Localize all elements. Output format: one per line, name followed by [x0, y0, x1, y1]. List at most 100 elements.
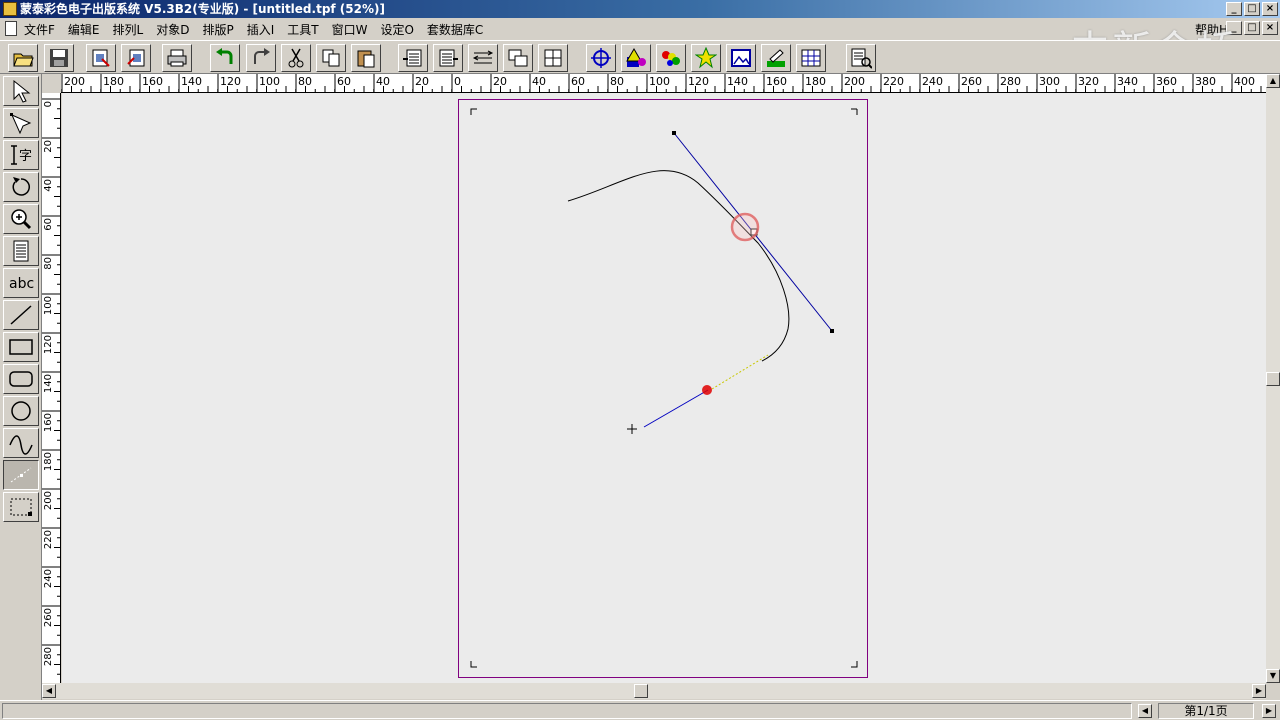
menu-insert[interactable]: 插入I — [247, 21, 275, 38]
ellipse-tool-icon[interactable] — [3, 396, 39, 426]
prev-page-button[interactable]: ◀ — [1138, 704, 1152, 718]
ruler-label: 0 — [454, 75, 461, 88]
scroll-down-button[interactable]: ▼ — [1266, 669, 1280, 683]
click-dot — [702, 385, 712, 395]
paste-icon[interactable] — [351, 44, 381, 72]
ruler-label: 320 — [1078, 75, 1099, 88]
ruler-label: 80 — [610, 75, 624, 88]
frame-tool-icon[interactable] — [3, 492, 39, 522]
undo-icon[interactable] — [210, 44, 240, 72]
menu-tools[interactable]: 工具T — [287, 21, 318, 38]
control-point-top — [672, 131, 676, 135]
vertical-scroll-thumb[interactable] — [1266, 372, 1280, 386]
ruler-label: 200 — [64, 75, 85, 88]
ruler-label: 400 — [1234, 75, 1255, 88]
save-icon[interactable] — [44, 44, 74, 72]
document-canvas[interactable] — [62, 93, 1266, 683]
redo-icon[interactable] — [246, 44, 276, 72]
align-icon[interactable] — [538, 44, 568, 72]
shape-color-icon[interactable] — [621, 44, 651, 72]
table-icon[interactable] — [796, 44, 826, 72]
export-icon[interactable] — [121, 44, 151, 72]
curve-tool-icon[interactable] — [3, 428, 39, 458]
abc-text-icon[interactable]: abc — [3, 268, 39, 298]
window-title: 蒙泰彩色电子出版系统 V5.3B2(专业版) - [untitled.tpf (… — [20, 2, 385, 16]
page-indicator: 第1/1页 — [1158, 703, 1254, 719]
ruler-label: 20 — [43, 140, 54, 153]
ruler-label: 160 — [142, 75, 163, 88]
ruler-label: 40 — [376, 75, 390, 88]
ruler-label: 60 — [337, 75, 351, 88]
ruler-label: 240 — [43, 569, 54, 589]
text-flow-left-icon[interactable] — [398, 44, 428, 72]
fill-icon[interactable] — [761, 44, 791, 72]
ruler-label: 60 — [571, 75, 585, 88]
print-icon[interactable] — [162, 44, 192, 72]
text-wrap-icon[interactable] — [468, 44, 498, 72]
crosshair-cursor — [627, 424, 637, 434]
document-icon[interactable] — [5, 21, 17, 36]
horizontal-scroll-thumb[interactable] — [634, 684, 648, 698]
menu-settings[interactable]: 设定O — [380, 21, 413, 38]
color-palette-icon[interactable] — [656, 44, 686, 72]
ruler-label: 180 — [43, 452, 54, 472]
ruler-label: 340 — [1117, 75, 1138, 88]
main-toolbar — [0, 40, 1280, 74]
app-icon[interactable] — [3, 2, 17, 16]
ruler-label: 40 — [43, 179, 54, 192]
ruler-label: 80 — [298, 75, 312, 88]
menu-typeset[interactable]: 排版P — [202, 21, 233, 38]
menu-database[interactable]: 套数据库C — [427, 21, 483, 38]
close-button[interactable]: × — [1262, 2, 1278, 16]
horizontal-scrollbar[interactable]: ◀ ▶ — [42, 683, 1266, 699]
rounded-rect-tool-icon[interactable] — [3, 364, 39, 394]
ruler-label: 160 — [43, 413, 54, 433]
position-icon[interactable] — [586, 44, 616, 72]
copy-icon[interactable] — [316, 44, 346, 72]
menu-window[interactable]: 窗口W — [332, 21, 368, 38]
image-icon[interactable] — [726, 44, 756, 72]
menu-object[interactable]: 对象D — [156, 21, 189, 38]
ruler-label: 180 — [103, 75, 124, 88]
ruler-label: 240 — [922, 75, 943, 88]
open-icon[interactable] — [8, 44, 38, 72]
ruler-label: 120 — [220, 75, 241, 88]
layer-icon[interactable] — [503, 44, 533, 72]
ruler-label: 160 — [766, 75, 787, 88]
cursor-highlight — [730, 212, 760, 242]
scroll-up-button[interactable]: ▲ — [1266, 74, 1280, 88]
text-tool-icon[interactable]: 字 — [3, 140, 39, 170]
maximize-button[interactable]: □ — [1244, 2, 1260, 16]
scroll-left-button[interactable]: ◀ — [42, 684, 56, 698]
rotate-icon[interactable] — [3, 172, 39, 202]
pointer-icon[interactable] — [3, 76, 39, 106]
bezier-tool-icon[interactable] — [3, 460, 39, 490]
vertical-scrollbar[interactable]: ▲ ▼ — [1266, 74, 1280, 683]
zoom-icon[interactable] — [3, 204, 39, 234]
import-icon[interactable] — [86, 44, 116, 72]
menu-edit[interactable]: 编辑E — [68, 21, 100, 38]
horizontal-ruler: 200 180 160 140 120 100 80 60 40 20 0 20 40 60 80 100 12… — [42, 74, 1266, 93]
status-message-pane — [2, 703, 1132, 719]
next-page-button[interactable]: ▶ — [1262, 704, 1276, 718]
cut-icon[interactable] — [281, 44, 311, 72]
ruler-label: 20 — [493, 75, 507, 88]
ruler-label: 20 — [415, 75, 429, 88]
minimize-button[interactable]: _ — [1226, 2, 1242, 16]
page-view-icon[interactable] — [846, 44, 876, 72]
text-flow-right-icon[interactable] — [433, 44, 463, 72]
ruler-label: 120 — [688, 75, 709, 88]
ruler-label: 220 — [883, 75, 904, 88]
star-icon[interactable] — [691, 44, 721, 72]
node-select-icon[interactable] — [3, 108, 39, 138]
line-tool-icon[interactable] — [3, 300, 39, 330]
doc-close-button[interactable]: × — [1262, 21, 1278, 35]
menu-file[interactable]: 文件F — [24, 21, 55, 38]
rectangle-tool-icon[interactable] — [3, 332, 39, 362]
ruler-label: 140 — [727, 75, 748, 88]
doc-restore-button[interactable]: □ — [1244, 21, 1260, 35]
scroll-right-button[interactable]: ▶ — [1252, 684, 1266, 698]
ruler-label: 300 — [1039, 75, 1060, 88]
text-block-icon[interactable] — [3, 236, 39, 266]
menu-arrange[interactable]: 排列L — [113, 21, 144, 38]
